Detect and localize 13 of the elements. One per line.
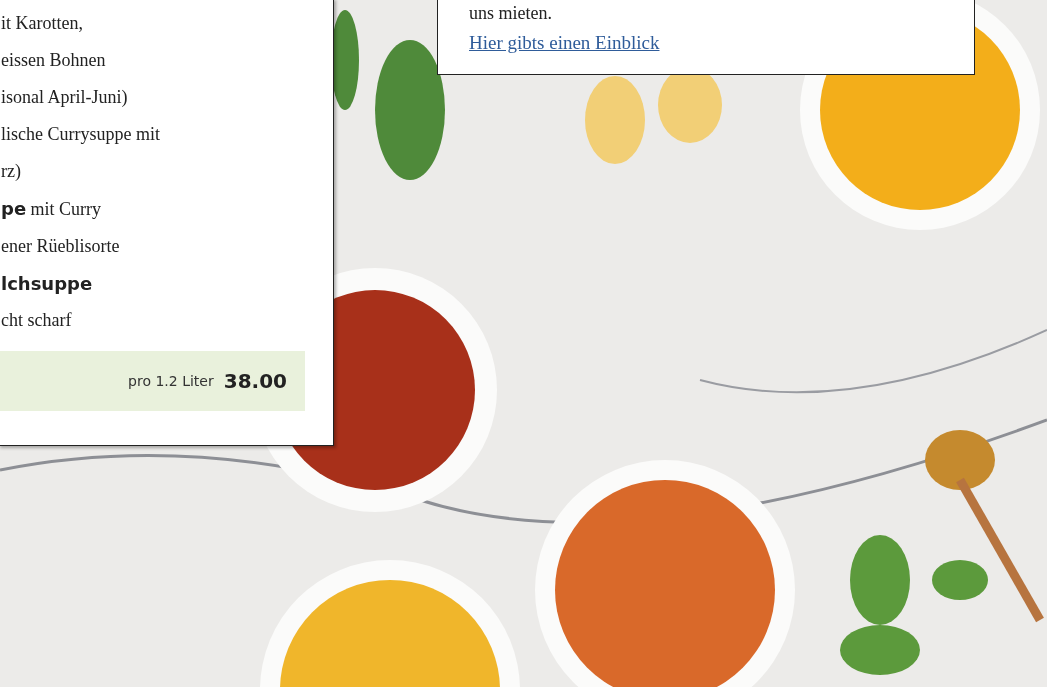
menu-line: eissen Bohnen xyxy=(0,49,107,72)
menu-line: lische Currysuppe mit xyxy=(0,123,161,146)
price: 38.00 xyxy=(223,369,287,393)
menu-line: isonal April-Juni) xyxy=(0,86,129,109)
menu-line: ener Rüeblisorte xyxy=(0,235,121,258)
insight-link[interactable]: Hier gibts einen Einblick xyxy=(469,32,660,54)
price-unit: pro 1.2 Liter xyxy=(128,373,214,389)
menu-line: it Karotten, xyxy=(0,12,84,35)
menu-line: rz) xyxy=(0,160,22,183)
info-text: uns mieten. xyxy=(469,2,552,24)
menu-line: cht scharf xyxy=(0,309,73,332)
menu-line: lchsuppe xyxy=(0,272,94,296)
menu-line: pe mit Curry xyxy=(0,197,103,221)
